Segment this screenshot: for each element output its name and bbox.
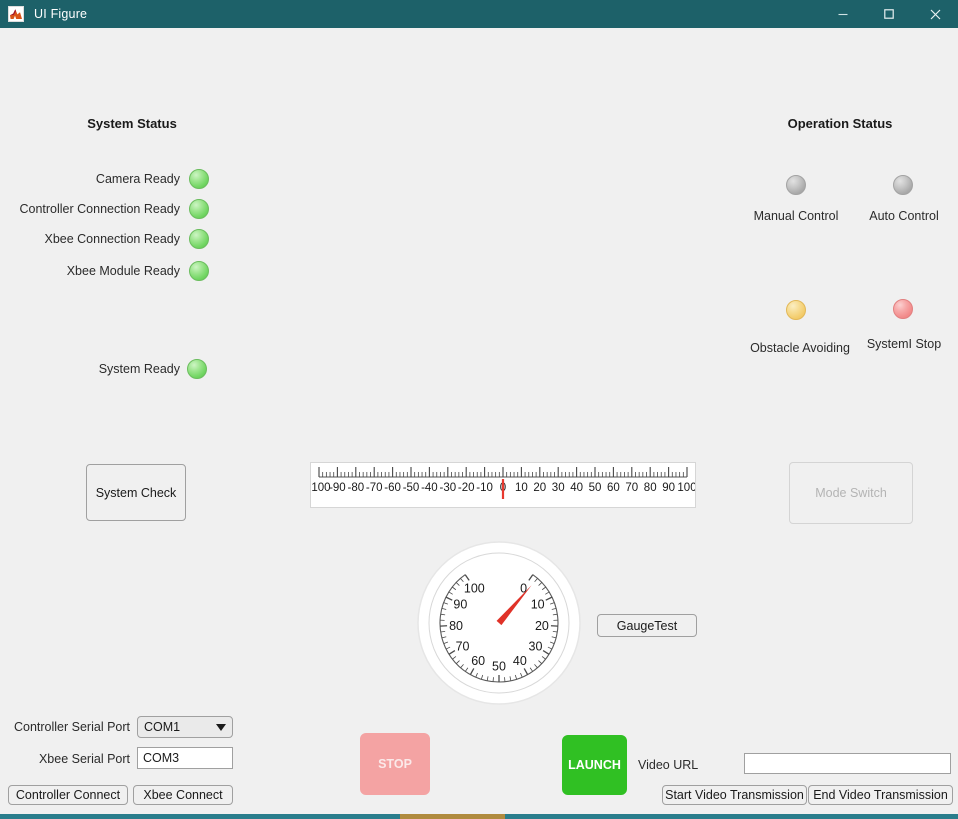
lamp-controller-connection-ready <box>189 199 209 219</box>
window-title: UI Figure <box>34 7 88 21</box>
controller-serial-port-label: Controller Serial Port <box>13 720 130 734</box>
system-check-button[interactable]: System Check <box>86 464 186 521</box>
lamp-xbee-module-ready <box>189 261 209 281</box>
lamp-label-controller-connection-ready: Controller Connection Ready <box>19 202 180 216</box>
matlab-icon <box>8 6 24 22</box>
svg-text:0: 0 <box>520 581 527 595</box>
stop-button[interactable]: STOP <box>360 733 430 795</box>
svg-text:-60: -60 <box>384 482 401 494</box>
svg-text:-80: -80 <box>347 482 364 494</box>
linear-gauge[interactable]: -100-90-80-70-60-50-40-30-20-10010203040… <box>310 462 696 508</box>
close-icon[interactable] <box>912 0 958 28</box>
lamp-label-camera-ready: Camera Ready <box>95 172 180 186</box>
gauge-test-button[interactable]: GaugeTest <box>597 614 697 637</box>
svg-text:30: 30 <box>552 482 565 494</box>
lamp-label-system-ready: System Ready <box>98 362 180 376</box>
svg-text:-90: -90 <box>329 482 346 494</box>
lamp-label-xbee-connection-ready: Xbee Connection Ready <box>44 232 180 246</box>
video-url-input[interactable] <box>744 753 951 774</box>
chevron-down-icon <box>216 723 226 731</box>
lamp-auto-control <box>893 175 913 195</box>
svg-text:40: 40 <box>570 482 583 494</box>
launch-button[interactable]: LAUNCH <box>562 735 627 795</box>
svg-text:70: 70 <box>625 482 638 494</box>
maximize-icon[interactable] <box>866 0 912 28</box>
svg-text:90: 90 <box>662 482 675 494</box>
svg-text:-100: -100 <box>311 482 331 494</box>
svg-text:-40: -40 <box>421 482 438 494</box>
lamp-system-stop <box>893 299 913 319</box>
svg-text:50: 50 <box>589 482 602 494</box>
system-status-title: System Status <box>87 116 177 131</box>
svg-text:20: 20 <box>533 482 546 494</box>
circular-gauge[interactable]: 0 10 20 30 40 50 60 70 80 90 100 <box>417 537 582 707</box>
svg-text:-70: -70 <box>366 482 383 494</box>
svg-text:30: 30 <box>529 639 543 653</box>
window-titlebar: UI Figure <box>0 0 958 28</box>
svg-text:100: 100 <box>677 482 695 494</box>
svg-text:60: 60 <box>471 654 485 668</box>
lamp-manual-control <box>786 175 806 195</box>
mode-switch-button[interactable]: Mode Switch <box>789 462 913 524</box>
svg-text:50: 50 <box>492 660 506 674</box>
lamp-label-manual-control: Manual Control <box>753 209 839 223</box>
bottom-accent-strip <box>0 814 958 819</box>
ui-figure-window: UI Figure System Status Camera Ready Con… <box>0 0 958 819</box>
video-url-label: Video URL <box>638 758 699 772</box>
xbee-serial-port-input[interactable]: COM3 <box>137 747 233 769</box>
bottom-accent-segment <box>400 814 505 819</box>
lamp-label-obstacle-avoiding: Obstacle Avoiding <box>750 341 850 355</box>
start-video-transmission-button[interactable]: Start Video Transmission <box>662 785 807 805</box>
operation-status-title: Operation Status <box>787 116 893 131</box>
xbee-connect-button[interactable]: Xbee Connect <box>133 785 233 805</box>
lamp-label-xbee-module-ready: Xbee Module Ready <box>66 264 180 278</box>
controller-serial-port-value: COM1 <box>144 720 181 734</box>
svg-text:10: 10 <box>531 598 545 612</box>
svg-text:40: 40 <box>513 654 527 668</box>
svg-text:80: 80 <box>644 482 657 494</box>
svg-text:80: 80 <box>449 619 463 633</box>
lamp-camera-ready <box>189 169 209 189</box>
svg-text:20: 20 <box>535 619 549 633</box>
svg-text:70: 70 <box>456 639 470 653</box>
xbee-serial-port-label: Xbee Serial Port <box>38 752 130 766</box>
lamp-label-system-stop: SystemI Stop <box>866 337 942 351</box>
svg-text:60: 60 <box>607 482 620 494</box>
svg-text:100: 100 <box>464 581 485 595</box>
svg-text:-50: -50 <box>403 482 420 494</box>
lamp-system-ready <box>187 359 207 379</box>
lamp-label-auto-control: Auto Control <box>869 209 939 223</box>
controller-serial-port-dropdown[interactable]: COM1 <box>137 716 233 738</box>
lamp-xbee-connection-ready <box>189 229 209 249</box>
svg-text:10: 10 <box>515 482 528 494</box>
minimize-icon[interactable] <box>820 0 866 28</box>
svg-text:90: 90 <box>453 598 467 612</box>
controller-connect-button[interactable]: Controller Connect <box>8 785 128 805</box>
svg-text:-20: -20 <box>458 482 475 494</box>
end-video-transmission-button[interactable]: End Video Transmission <box>808 785 953 805</box>
svg-text:-30: -30 <box>439 482 456 494</box>
svg-text:-10: -10 <box>476 482 493 494</box>
lamp-obstacle-avoiding <box>786 300 806 320</box>
